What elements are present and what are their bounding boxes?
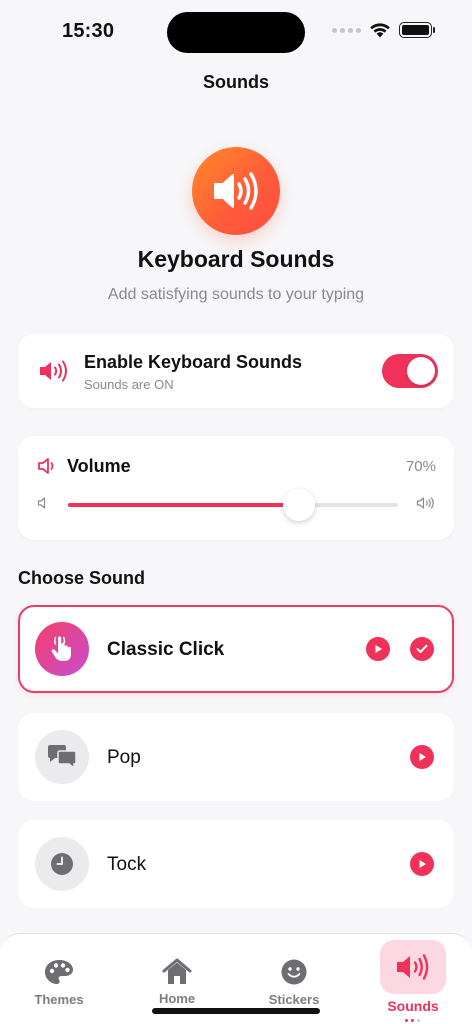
volume-min-icon: [37, 497, 46, 509]
tab-label: Themes: [34, 992, 84, 1007]
wifi-icon: [370, 23, 390, 38]
speaker-wave-icon: [40, 360, 67, 382]
volume-slider[interactable]: [68, 489, 398, 521]
status-time: 15:30: [62, 20, 115, 42]
volume-max-icon: [416, 497, 434, 509]
choose-sound-heading: Choose Sound: [18, 568, 145, 588]
sound-option-classic-click[interactable]: Classic Click: [18, 605, 454, 693]
status-bar: 15:30: [0, 0, 472, 64]
home-indicator: [152, 1008, 320, 1014]
speaker-wave-icon: [397, 954, 429, 980]
sound-option-pop[interactable]: Pop: [18, 713, 454, 801]
selected-check: [410, 637, 434, 661]
enable-sounds-toggle[interactable]: [382, 354, 438, 388]
play-button[interactable]: [366, 637, 390, 661]
palette-icon: [43, 958, 75, 986]
hero-subtitle: Add satisfying sounds to your typing: [107, 286, 365, 303]
chat-bubbles-icon: [35, 730, 89, 784]
enable-sounds-card: Enable Keyboard Sounds Sounds are ON: [18, 334, 454, 408]
nav-title: Sounds: [203, 72, 269, 92]
tab-label: Stickers: [268, 992, 320, 1007]
checkmark-icon: [416, 644, 428, 653]
status-indicators: [332, 22, 435, 38]
cellular-signal-icon: [332, 27, 361, 33]
sound-name: Pop: [107, 747, 141, 768]
play-icon: [419, 753, 426, 761]
sound-option-tock[interactable]: Tock: [18, 820, 454, 908]
tab-label: Home: [158, 991, 196, 1006]
tab-sounds[interactable]: [380, 940, 446, 994]
enable-sounds-title: Enable Keyboard Sounds: [84, 352, 303, 372]
volume-card: Volume 70%: [18, 436, 454, 540]
clock-icon: [35, 837, 89, 891]
speaker-icon: [38, 458, 54, 474]
tap-hand-icon: [35, 622, 89, 676]
toggle-knob: [407, 357, 435, 385]
page-indicator: [405, 1019, 420, 1022]
speaker-wave-icon: [192, 147, 280, 235]
volume-value: 70%: [405, 458, 436, 475]
play-icon: [419, 860, 426, 868]
play-icon: [375, 645, 382, 653]
dynamic-island: [167, 12, 305, 53]
battery-icon: [399, 22, 435, 38]
play-button[interactable]: [410, 852, 434, 876]
volume-title: Volume: [67, 456, 131, 476]
tab-label-active: Sounds: [387, 998, 439, 1014]
volume-slider-thumb[interactable]: [283, 489, 315, 521]
play-button[interactable]: [410, 745, 434, 769]
sound-name: Tock: [107, 854, 147, 875]
enable-sounds-status: Sounds are ON: [84, 377, 174, 392]
sound-name: Classic Click: [107, 639, 225, 660]
smiley-icon: [280, 958, 308, 986]
volume-slider-fill: [68, 503, 299, 507]
house-icon: [161, 958, 193, 986]
tab-themes[interactable]: Themes: [9, 934, 109, 1024]
hero-title: Keyboard Sounds: [137, 246, 335, 272]
